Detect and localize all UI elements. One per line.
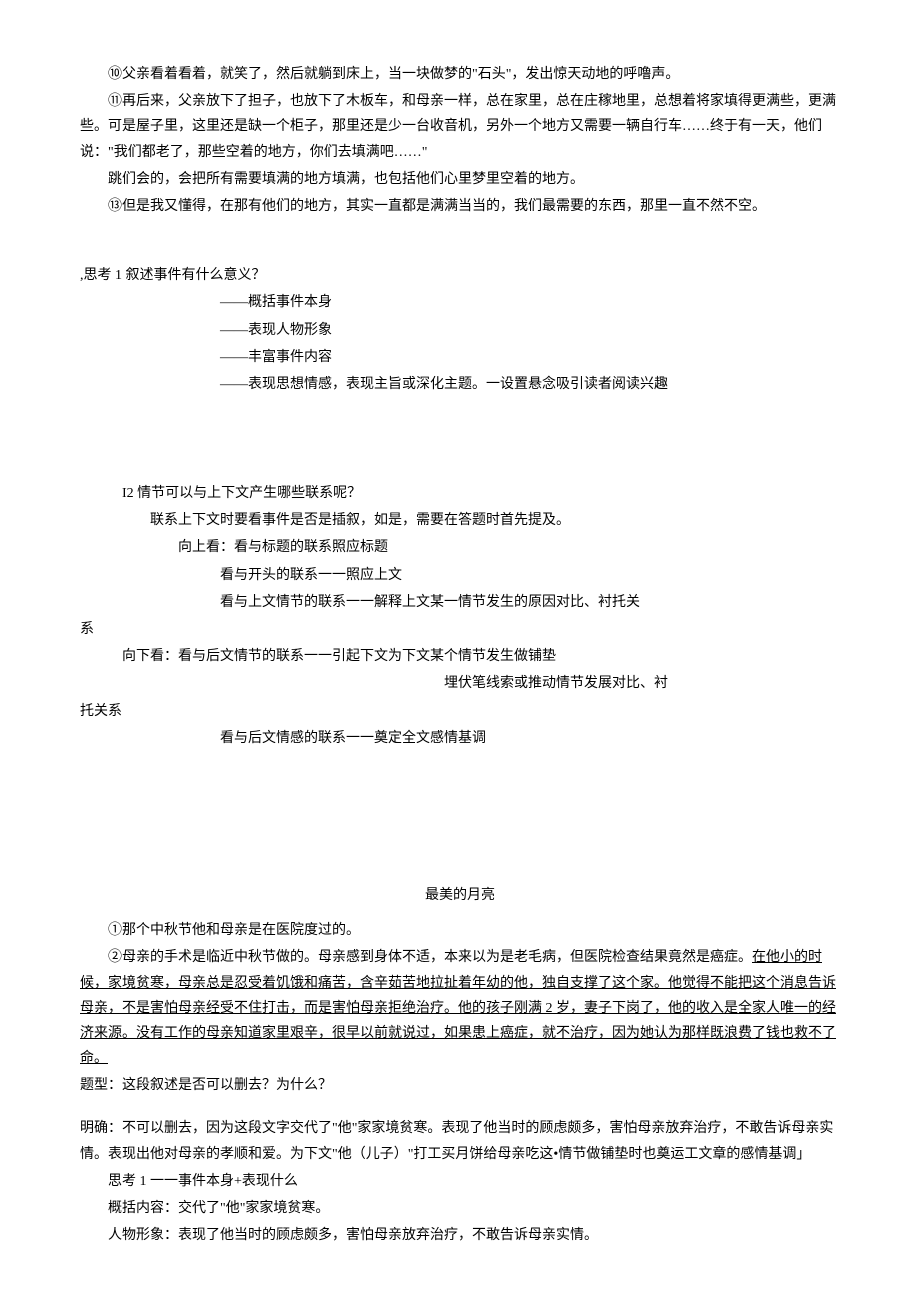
moon-question: 题型：这段叙述是否可以删去？为什么？ xyxy=(80,1073,840,1098)
paragraph-10: ⑩父亲看着看着，就笑了，然后就躺到床上，当一块做梦的"石头"，发出惊天动地的呼噜… xyxy=(80,62,840,87)
think1-line4: ——表现思想情感，表现主旨或深化主题。一设置悬念吸引读者阅读兴趣 xyxy=(220,372,840,397)
paragraph-11: ⑪再后来，父亲放下了担子，也放下了木板车，和母亲一样，总在家里，总在庄稼地里，总… xyxy=(80,89,840,165)
moon-p2-underline: 在他小的时候，家境贫寒，母亲总是忍受着饥饿和痛苦，含辛茹苦地拉扯着年幼的他，独自… xyxy=(80,950,836,1066)
paragraph-13: ⑬但是我又懂得，在那有他们的地方，其实一直都是满满当当的，我们最需要的东西，那里… xyxy=(80,194,840,219)
think2-up-title: 向上看：看与标题的联系照应标题 xyxy=(178,535,840,560)
think2-down-line2b: 托关系 xyxy=(80,699,840,724)
moon-p1: ①那个中秋节他和母亲是在医院度过的。 xyxy=(80,918,840,943)
think2-up-line3b: 系 xyxy=(80,617,840,642)
moon-s2: 概括内容：交代了"他"家家境贫寒。 xyxy=(80,1196,840,1221)
think2-line1: 联系上下文时要看事件是否是插叙，如是，需要在答题时首先提及。 xyxy=(150,508,840,533)
moon-s3: 人物形象：表现了他当时的顾虑颇多，害怕母亲放弃治疗，不敢告诉母亲实情。 xyxy=(80,1223,840,1248)
paragraph-skip: 跳们会的，会把所有需要填满的地方填满，也包括他们心里梦里空着的地方。 xyxy=(80,167,840,192)
think1-line3: ——丰富事件内容 xyxy=(220,345,840,370)
think2-down-line2: 埋伏笔线索或推动情节发展对比、衬 xyxy=(444,671,840,696)
moon-title: 最美的月亮 xyxy=(80,883,840,908)
moon-s1: 思考 1 一一事件本身+表现什么 xyxy=(80,1169,840,1194)
moon-p2-plain: ②母亲的手术是临近中秋节做的。母亲感到身体不适，本来以为是老毛病，但医院检查结果… xyxy=(108,950,752,965)
think2-down-title: 向下看：看与后文情节的联系一一引起下文为下文某个情节发生做铺垫 xyxy=(122,644,840,669)
think1-line2: ——表现人物形象 xyxy=(220,318,840,343)
moon-answer: 明确：不可以删去，因为这段文字交代了"他"家家境贫寒。表现了他当时的顾虑颇多，害… xyxy=(80,1116,840,1166)
moon-p2: ②母亲的手术是临近中秋节做的。母亲感到身体不适，本来以为是老毛病，但医院检查结果… xyxy=(80,945,840,1071)
think1-title: ,思考 1 叙述事件有什么意义？ xyxy=(80,263,840,288)
think2-down-line3: 看与后文情感的联系一一奠定全文感情基调 xyxy=(220,726,840,751)
think2-up-line2: 看与开头的联系一一照应上文 xyxy=(220,563,840,588)
think2-up-line3: 看与上文情节的联系一一解释上文某一情节发生的原因对比、衬托关 xyxy=(220,590,840,615)
think2-title: I2 情节可以与上下文产生哪些联系呢？ xyxy=(122,481,840,506)
think1-line1: ——概括事件本身 xyxy=(220,290,840,315)
